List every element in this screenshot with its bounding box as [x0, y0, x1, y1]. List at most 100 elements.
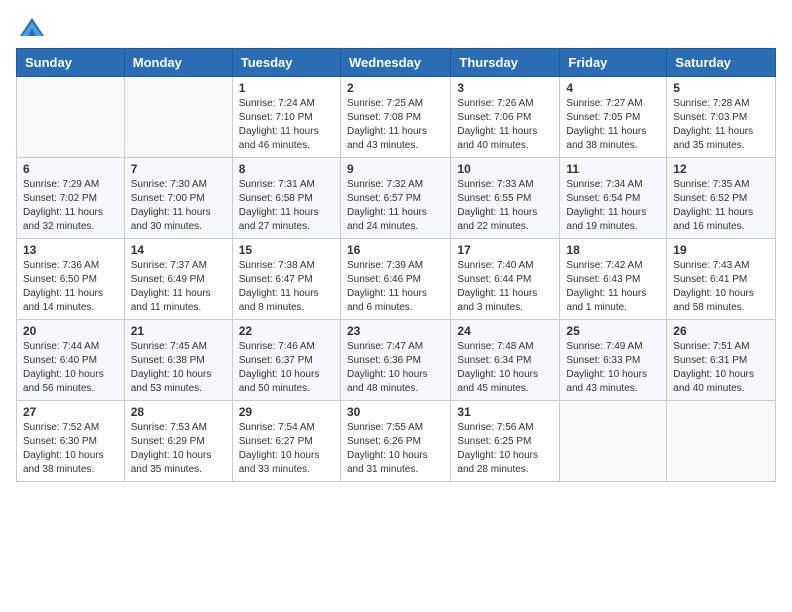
table-row: 17Sunrise: 7:40 AM Sunset: 6:44 PM Dayli…	[451, 239, 560, 320]
week-row-2: 6 Sunrise: 7:29 AM Sunset: 7:02 PM Daylig…	[17, 158, 776, 239]
table-row: 28 Sunrise: 7:53 AM Sunset: 6:29 PM Dayli…	[124, 401, 232, 482]
table-row: 15 Sunrise: 7:38 AM Sunset: 6:47 PM Dayli…	[232, 239, 340, 320]
day-info: Sunrise: 7:55 AM Sunset: 6:26 PM Dayligh…	[347, 421, 444, 477]
day-info: Sunrise: 7:53 AM Sunset: 6:29 PM Dayligh…	[131, 421, 226, 477]
day-info: Sunrise: 7:32 AM Sunset: 6:57 PM Dayligh…	[347, 178, 444, 234]
calendar-page: SundayMondayTuesdayWednesdayThursdayFrid…	[0, 0, 792, 612]
day-info: Sunrise: 7:52 AM Sunset: 6:30 PM Dayligh…	[23, 421, 118, 477]
table-row: 25 Sunrise: 7:49 AM Sunset: 6:33 PM Dayli…	[560, 320, 667, 401]
day-number: 13	[23, 243, 118, 257]
day-info: Sunrise: 7:48 AM Sunset: 6:34 PM Dayligh…	[457, 340, 553, 396]
day-info: Sunrise: 7:49 AM Sunset: 6:33 PM Dayligh…	[566, 340, 660, 396]
table-row: 18 Sunrise: 7:42 AM Sunset: 6:43 PM Dayli…	[560, 239, 667, 320]
table-row: 13 Sunrise: 7:36 AM Sunset: 6:50 PM Dayli…	[17, 239, 125, 320]
day-number: 1	[239, 81, 334, 95]
day-info: Sunrise: 7:47 AM Sunset: 6:36 PM Dayligh…	[347, 340, 444, 396]
table-row: 9Sunrise: 7:32 AM Sunset: 6:57 PM Daylig…	[340, 158, 450, 239]
day-number: 6	[23, 162, 118, 176]
day-number: 12	[673, 162, 769, 176]
logo-icon	[18, 14, 46, 42]
day-info: Sunrise: 7:33 AM Sunset: 6:55 PM Dayligh…	[457, 178, 553, 234]
day-number: 19	[673, 243, 769, 257]
table-row: 19 Sunrise: 7:43 AM Sunset: 6:41 PM Dayli…	[667, 239, 776, 320]
table-row: 21Sunrise: 7:45 AM Sunset: 6:38 PM Dayli…	[124, 320, 232, 401]
day-number: 5	[673, 81, 769, 95]
calendar-table: SundayMondayTuesdayWednesdayThursdayFrid…	[16, 48, 776, 482]
day-number: 30	[347, 405, 444, 419]
day-info: Sunrise: 7:54 AM Sunset: 6:27 PM Dayligh…	[239, 421, 334, 477]
day-info: Sunrise: 7:51 AM Sunset: 6:31 PM Dayligh…	[673, 340, 769, 396]
table-row: 10 Sunrise: 7:33 AM Sunset: 6:55 PM Dayli…	[451, 158, 560, 239]
header-day-friday: Friday	[560, 49, 667, 77]
day-number: 18	[566, 243, 660, 257]
header-day-thursday: Thursday	[451, 49, 560, 77]
table-row	[17, 77, 125, 158]
table-row: 3 Sunrise: 7:26 AM Sunset: 7:06 PM Daylig…	[451, 77, 560, 158]
day-info: Sunrise: 7:25 AM Sunset: 7:08 PM Dayligh…	[347, 97, 444, 153]
day-info: Sunrise: 7:29 AM Sunset: 7:02 PM Dayligh…	[23, 178, 118, 234]
table-row: 22Sunrise: 7:46 AM Sunset: 6:37 PM Dayli…	[232, 320, 340, 401]
table-row: 26Sunrise: 7:51 AM Sunset: 6:31 PM Dayli…	[667, 320, 776, 401]
week-row-4: 20 Sunrise: 7:44 AM Sunset: 6:40 PM Dayli…	[17, 320, 776, 401]
table-row: 6 Sunrise: 7:29 AM Sunset: 7:02 PM Daylig…	[17, 158, 125, 239]
table-row	[124, 77, 232, 158]
day-info: Sunrise: 7:39 AM Sunset: 6:46 PM Dayligh…	[347, 259, 444, 315]
table-row	[560, 401, 667, 482]
day-info: Sunrise: 7:35 AM Sunset: 6:52 PM Dayligh…	[673, 178, 769, 234]
day-info: Sunrise: 7:43 AM Sunset: 6:41 PM Dayligh…	[673, 259, 769, 315]
day-info: Sunrise: 7:31 AM Sunset: 6:58 PM Dayligh…	[239, 178, 334, 234]
table-row: 4 Sunrise: 7:27 AM Sunset: 7:05 PM Daylig…	[560, 77, 667, 158]
table-row: 14Sunrise: 7:37 AM Sunset: 6:49 PM Dayli…	[124, 239, 232, 320]
header-day-saturday: Saturday	[667, 49, 776, 77]
day-info: Sunrise: 7:38 AM Sunset: 6:47 PM Dayligh…	[239, 259, 334, 315]
day-number: 25	[566, 324, 660, 338]
day-info: Sunrise: 7:56 AM Sunset: 6:25 PM Dayligh…	[457, 421, 553, 477]
day-number: 10	[457, 162, 553, 176]
table-row: 7 Sunrise: 7:30 AM Sunset: 7:00 PM Daylig…	[124, 158, 232, 239]
header-day-sunday: Sunday	[17, 49, 125, 77]
table-row: 30 Sunrise: 7:55 AM Sunset: 6:26 PM Dayli…	[340, 401, 450, 482]
day-number: 29	[239, 405, 334, 419]
day-number: 31	[457, 405, 553, 419]
table-row: 5Sunrise: 7:28 AM Sunset: 7:03 PM Daylig…	[667, 77, 776, 158]
table-row: 1 Sunrise: 7:24 AM Sunset: 7:10 PM Daylig…	[232, 77, 340, 158]
table-row: 29 Sunrise: 7:54 AM Sunset: 6:27 PM Dayli…	[232, 401, 340, 482]
day-info: Sunrise: 7:24 AM Sunset: 7:10 PM Dayligh…	[239, 97, 334, 153]
day-info: Sunrise: 7:45 AM Sunset: 6:38 PM Dayligh…	[131, 340, 226, 396]
week-row-5: 27 Sunrise: 7:52 AM Sunset: 6:30 PM Dayli…	[17, 401, 776, 482]
day-number: 3	[457, 81, 553, 95]
table-row: 20 Sunrise: 7:44 AM Sunset: 6:40 PM Dayli…	[17, 320, 125, 401]
table-row: 23Sunrise: 7:47 AM Sunset: 6:36 PM Dayli…	[340, 320, 450, 401]
day-number: 15	[239, 243, 334, 257]
day-info: Sunrise: 7:36 AM Sunset: 6:50 PM Dayligh…	[23, 259, 118, 315]
table-row: 2 Sunrise: 7:25 AM Sunset: 7:08 PM Daylig…	[340, 77, 450, 158]
day-number: 2	[347, 81, 444, 95]
day-info: Sunrise: 7:27 AM Sunset: 7:05 PM Dayligh…	[566, 97, 660, 153]
day-info: Sunrise: 7:26 AM Sunset: 7:06 PM Dayligh…	[457, 97, 553, 153]
header-day-wednesday: Wednesday	[340, 49, 450, 77]
table-row: 16 Sunrise: 7:39 AM Sunset: 6:46 PM Dayli…	[340, 239, 450, 320]
table-row	[667, 401, 776, 482]
day-number: 20	[23, 324, 118, 338]
day-number: 16	[347, 243, 444, 257]
day-number: 4	[566, 81, 660, 95]
week-row-1: 1 Sunrise: 7:24 AM Sunset: 7:10 PM Daylig…	[17, 77, 776, 158]
day-info: Sunrise: 7:44 AM Sunset: 6:40 PM Dayligh…	[23, 340, 118, 396]
day-number: 8	[239, 162, 334, 176]
day-number: 24	[457, 324, 553, 338]
day-number: 11	[566, 162, 660, 176]
day-number: 7	[131, 162, 226, 176]
table-row: 11Sunrise: 7:34 AM Sunset: 6:54 PM Dayli…	[560, 158, 667, 239]
day-info: Sunrise: 7:42 AM Sunset: 6:43 PM Dayligh…	[566, 259, 660, 315]
header	[16, 10, 776, 42]
day-number: 28	[131, 405, 226, 419]
table-row: 8 Sunrise: 7:31 AM Sunset: 6:58 PM Daylig…	[232, 158, 340, 239]
table-row: 31 Sunrise: 7:56 AM Sunset: 6:25 PM Dayli…	[451, 401, 560, 482]
day-info: Sunrise: 7:30 AM Sunset: 7:00 PM Dayligh…	[131, 178, 226, 234]
day-info: Sunrise: 7:40 AM Sunset: 6:44 PM Dayligh…	[457, 259, 553, 315]
header-row: SundayMondayTuesdayWednesdayThursdayFrid…	[17, 49, 776, 77]
day-info: Sunrise: 7:37 AM Sunset: 6:49 PM Dayligh…	[131, 259, 226, 315]
table-row: 27 Sunrise: 7:52 AM Sunset: 6:30 PM Dayli…	[17, 401, 125, 482]
day-number: 27	[23, 405, 118, 419]
week-row-3: 13 Sunrise: 7:36 AM Sunset: 6:50 PM Dayli…	[17, 239, 776, 320]
